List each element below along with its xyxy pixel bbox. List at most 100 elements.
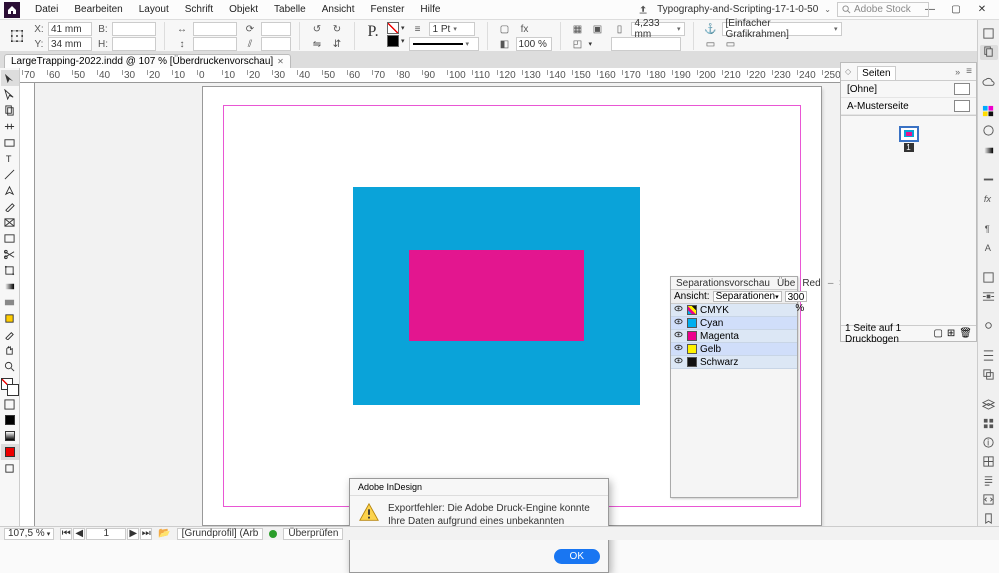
menu-schrift[interactable]: Schrift <box>178 2 220 17</box>
visibility-icon[interactable] <box>674 317 684 329</box>
layers-panel-icon[interactable] <box>980 397 998 412</box>
delete-page-icon[interactable]: 🗑 <box>959 328 972 339</box>
open-icon[interactable]: 📂 <box>158 528 170 539</box>
sep-row-magenta[interactable]: Magenta <box>671 330 797 343</box>
shear-field[interactable] <box>261 37 291 51</box>
fill-none-swatch[interactable] <box>387 22 399 34</box>
edit-page-size-icon[interactable]: ▢ <box>933 328 942 339</box>
corner-radius-field[interactable]: 4,233 mm▾ <box>631 22 685 36</box>
sep-row-cyan[interactable]: Cyan <box>671 317 797 330</box>
free-transform-tool[interactable] <box>1 262 19 278</box>
master-row-none[interactable]: [Ohne] <box>841 81 976 98</box>
sep-pct-field[interactable]: 300 % <box>785 291 808 302</box>
visibility-icon[interactable] <box>674 304 684 316</box>
direct-selection-tool[interactable] <box>1 86 19 102</box>
pages-tab-label[interactable]: Seiten <box>857 66 895 80</box>
pages-tab-indicator[interactable]: ◇ <box>845 67 851 76</box>
content-collector-tool[interactable] <box>1 134 19 150</box>
tables-panel-icon[interactable] <box>980 454 998 469</box>
paragraph-styles-icon[interactable]: ¶ <box>980 221 998 236</box>
frame-type-dd[interactable]: [Einfacher Grafikrahmen]▾ <box>722 22 842 36</box>
effects-panel-icon[interactable]: fx <box>980 191 998 206</box>
format-container-icon[interactable] <box>1 396 19 412</box>
flip-h-icon[interactable]: ⇋ <box>308 37 326 51</box>
rotate-field[interactable] <box>261 22 291 36</box>
selection-tool[interactable] <box>1 70 19 86</box>
menu-fenster[interactable]: Fenster <box>364 2 412 17</box>
properties-panel-icon[interactable] <box>980 26 998 41</box>
cloud-share-icon[interactable] <box>637 3 651 17</box>
maximize-button[interactable]: ▢ <box>943 0 969 20</box>
screen-mode-preview[interactable] <box>1 444 19 460</box>
fill-stroke-indicator[interactable] <box>1 378 19 396</box>
close-button[interactable]: ✕ <box>969 0 995 20</box>
sep-tab-main[interactable]: Separationsvorschau <box>674 278 772 289</box>
scripts-panel-icon[interactable] <box>980 492 998 507</box>
corners-icon[interactable]: ◰ <box>569 37 587 51</box>
glyphs-panel-icon[interactable] <box>980 416 998 431</box>
apply-gradient-icon[interactable] <box>1 428 19 444</box>
effects-icon[interactable]: fx <box>516 22 534 36</box>
visibility-icon[interactable] <box>674 343 684 355</box>
color-panel-icon[interactable] <box>980 123 998 138</box>
reference-point-proxy[interactable] <box>6 22 28 50</box>
preflight-chip[interactable]: Überprüfen <box>283 528 343 540</box>
visibility-icon[interactable] <box>674 330 684 342</box>
rectangle-tool[interactable] <box>1 230 19 246</box>
align-group-icon2[interactable]: ▭ <box>722 37 740 51</box>
rectangle-frame-tool[interactable] <box>1 214 19 230</box>
doc-name-caret[interactable]: ⌄ <box>824 5 831 14</box>
opacity-field[interactable]: 100 % <box>516 37 552 51</box>
links-panel-icon[interactable] <box>980 318 998 333</box>
autofit-icon[interactable]: ▢ <box>496 22 514 36</box>
menu-datei[interactable]: Datei <box>28 2 65 17</box>
pages-expand-icon[interactable]: » <box>955 67 960 77</box>
wrap-bound-icon[interactable]: ▣ <box>589 22 607 36</box>
line-tool[interactable] <box>1 166 19 182</box>
y-field[interactable]: 34 mm <box>48 37 92 51</box>
new-page-icon[interactable]: ⊞ <box>947 328 955 339</box>
scale-x-field[interactable] <box>193 22 237 36</box>
link-col-icon[interactable]: ▯ <box>611 22 629 36</box>
menu-bearbeiten[interactable]: Bearbeiten <box>67 2 129 17</box>
pages-menu-icon[interactable]: ≡ <box>966 66 972 77</box>
adobe-stock-search[interactable]: Adobe Stock <box>837 2 929 17</box>
sep-row-cmyk[interactable]: CMYK <box>671 304 797 317</box>
note-tool[interactable] <box>1 310 19 326</box>
index-panel-icon[interactable] <box>980 473 998 488</box>
flip-v-icon[interactable]: ⇵ <box>328 37 346 51</box>
menu-layout[interactable]: Layout <box>132 2 176 17</box>
gradient-swatch-tool[interactable] <box>1 278 19 294</box>
character-styles-icon[interactable]: A <box>980 240 998 255</box>
gap-tool[interactable] <box>1 118 19 134</box>
type-tool[interactable]: T <box>1 150 19 166</box>
stroke-style-field[interactable]: ▾ <box>409 37 479 51</box>
zoom-tool[interactable] <box>1 358 19 374</box>
tab-close-icon[interactable]: ✕ <box>277 57 284 66</box>
profile-chip[interactable]: [Grundprofil] (Arb <box>177 528 264 540</box>
scissors-tool[interactable] <box>1 246 19 262</box>
eyedropper-tool[interactable] <box>1 326 19 342</box>
page-1-thumb[interactable] <box>899 126 919 142</box>
gap-field[interactable] <box>611 37 681 51</box>
pencil-tool[interactable] <box>1 198 19 214</box>
scale-y-field[interactable] <box>193 37 237 51</box>
screen-mode-normal[interactable] <box>1 460 19 476</box>
chevron-down-icon[interactable]: ▾ <box>401 37 405 45</box>
panel-minimize-icon[interactable]: – <box>826 278 836 289</box>
menu-hilfe[interactable]: Hilfe <box>413 2 447 17</box>
page-tool[interactable] <box>1 102 19 118</box>
separations-panel[interactable]: Separationsvorschau Übe Red – × ≡ Ansich… <box>670 276 798 498</box>
sep-tab-3[interactable]: Red <box>800 278 822 289</box>
bookmarks-panel-icon[interactable] <box>980 511 998 526</box>
sep-tab-2[interactable]: Übe <box>775 278 797 289</box>
hand-tool[interactable] <box>1 342 19 358</box>
visibility-icon[interactable] <box>674 356 684 368</box>
cc-libraries-icon[interactable] <box>980 75 998 90</box>
last-page-icon[interactable]: ⏭ <box>140 528 152 540</box>
pen-tool[interactable] <box>1 182 19 198</box>
x-field[interactable]: 41 mm <box>48 22 92 36</box>
text-wrap-icon[interactable] <box>980 289 998 304</box>
align-panel-icon[interactable] <box>980 348 998 363</box>
magenta-rectangle[interactable] <box>409 250 584 341</box>
